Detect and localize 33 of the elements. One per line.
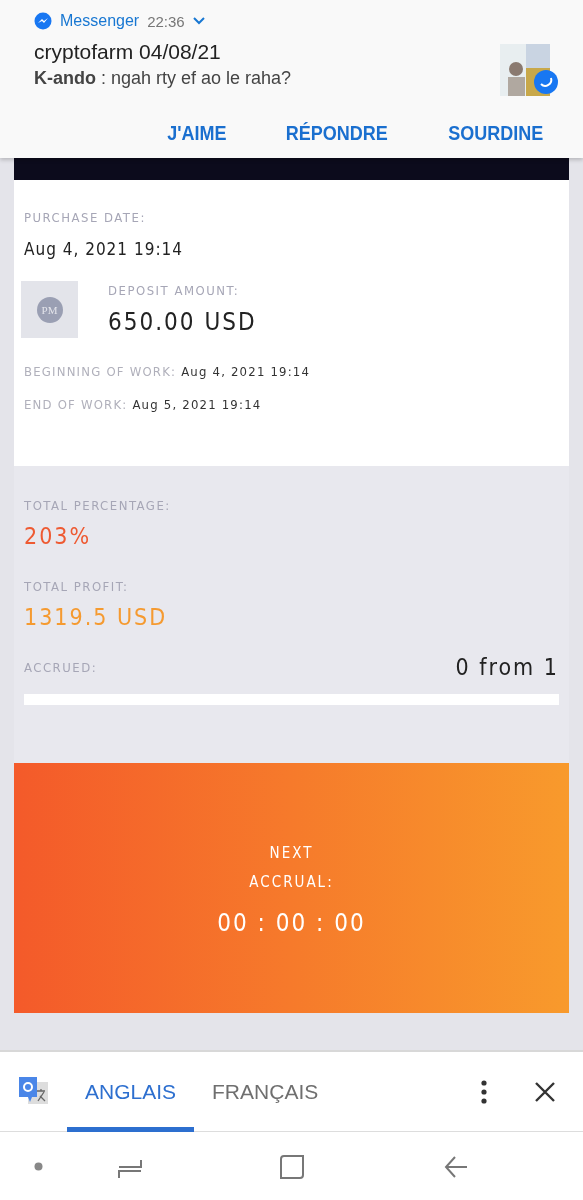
chevron-down-icon[interactable]: [192, 17, 205, 25]
back-icon[interactable]: [444, 1155, 468, 1179]
action-button[interactable]: SOURDINE: [448, 122, 544, 145]
countdown: 00 : 00 : 00: [217, 909, 366, 937]
field-label: ACCRUED:: [24, 659, 98, 675]
field-value: Aug 5, 2021 19:14: [132, 397, 262, 412]
notification-time: 22:36: [147, 12, 185, 30]
action-button[interactable]: RÉPONDRE: [285, 122, 388, 145]
field-label: TOTAL PERCENTAGE:: [24, 498, 172, 513]
total-profit: 1319.5 USD: [24, 604, 169, 630]
deposit-amount: 650.00 USD: [108, 308, 257, 336]
action-button[interactable]: J'AIME: [167, 122, 227, 145]
notification-title: cryptofarm 04/08/21: [34, 40, 222, 64]
close-icon[interactable]: [535, 1081, 555, 1102]
home-icon[interactable]: [280, 1155, 304, 1179]
messenger-icon: [34, 12, 52, 30]
dot-icon[interactable]: [34, 1162, 43, 1171]
notification-message: K-ando : ngah rty ef ao le raha?: [34, 68, 293, 89]
language-tab[interactable]: FRANÇAIS: [194, 1051, 337, 1132]
app-name: Messenger: [60, 12, 140, 30]
total-percentage: 203%: [24, 523, 93, 549]
accrued-count: 0 from 1: [455, 654, 559, 680]
accrual-label: ACCRUAL:: [249, 872, 334, 893]
payment-logo: PM: [21, 281, 78, 338]
field-label: END OF WORK:: [24, 397, 128, 412]
next-label: NEXT: [269, 843, 314, 864]
field-label: PURCHASE DATE:: [24, 210, 147, 225]
more-options-icon[interactable]: [481, 1079, 487, 1104]
field-label: TOTAL PROFIT:: [24, 579, 130, 594]
field-value: Aug 4, 2021 19:14: [181, 364, 311, 379]
field-label: BEGINNING OF WORK:: [24, 364, 177, 379]
field-label: DEPOSIT AMOUNT:: [108, 283, 241, 298]
purchase-date: Aug 4, 2021 19:14: [24, 239, 184, 259]
